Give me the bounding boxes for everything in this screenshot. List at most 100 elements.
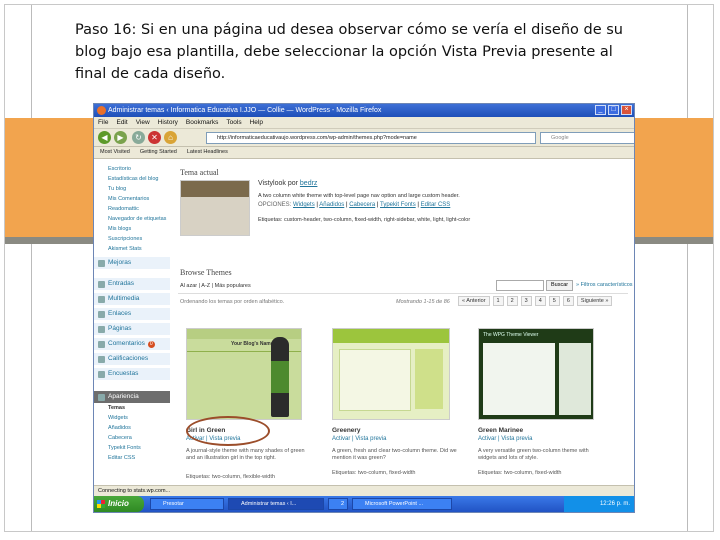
- taskbar-item-powerpoint[interactable]: Microsoft PowerPoint ...: [352, 498, 452, 510]
- menu-history[interactable]: History: [158, 117, 178, 128]
- sidebar-item-suscripciones[interactable]: Suscripciones: [94, 234, 170, 244]
- menu-file[interactable]: File: [98, 117, 108, 128]
- pager-page-4[interactable]: 4: [534, 296, 546, 306]
- sidebar-item-comentarios[interactable]: Comentarios 0: [94, 338, 170, 350]
- sidebar-item-temas[interactable]: Temas: [94, 403, 170, 413]
- comments-badge: 0: [147, 340, 155, 348]
- page-content: Escritorio Estadísticas del blog Tu blog…: [94, 160, 634, 485]
- poll-icon: [98, 370, 105, 378]
- sidebar-item-akismet[interactable]: Akismet Stats: [94, 244, 170, 254]
- sidebar-item-escritorio[interactable]: Escritorio: [94, 164, 170, 174]
- pager-page-3[interactable]: 3: [520, 296, 532, 306]
- close-icon[interactable]: ×: [621, 105, 632, 115]
- sidebar-item-mis-comentarios[interactable]: Mis Comentarios: [94, 194, 170, 204]
- start-label: Inicio: [108, 499, 129, 508]
- menu-help[interactable]: Help: [250, 117, 263, 128]
- url-input[interactable]: http://informaticaeducativaujo.wordpress…: [206, 132, 536, 144]
- navigation-toolbar: ◀ ▶ ↻ ✕ ⌂ http://informaticaeducativaujo…: [94, 129, 634, 147]
- menu-tools[interactable]: Tools: [226, 117, 241, 128]
- menu-bookmarks[interactable]: Bookmarks: [186, 117, 219, 128]
- current-theme-options: OPCIONES: Widgets | Añadidos | Cabecera …: [258, 202, 451, 208]
- sidebar-item-readomattic[interactable]: Readomattic: [94, 204, 170, 214]
- option-cabecera-link[interactable]: Cabecera: [349, 202, 375, 208]
- sidebar-item-label: Entradas: [108, 280, 135, 287]
- theme-name-green-marinee: Green Marinee: [478, 427, 524, 434]
- pager-page-5[interactable]: 5: [548, 296, 560, 306]
- reload-icon[interactable]: ↻: [132, 131, 145, 144]
- theme-search-input[interactable]: [496, 280, 544, 291]
- current-theme-author-link[interactable]: bedrz: [300, 180, 318, 187]
- back-icon[interactable]: ◀: [98, 131, 111, 144]
- stop-icon[interactable]: ✕: [148, 131, 161, 144]
- option-editar-css-link[interactable]: Editar CSS: [421, 202, 451, 208]
- maximize-icon[interactable]: □: [608, 105, 619, 115]
- pager-previous[interactable]: « Anterior: [458, 296, 490, 306]
- current-theme-heading: Tema actual: [180, 168, 219, 177]
- forward-icon[interactable]: ▶: [114, 131, 127, 144]
- sidebar-item-anadidos[interactable]: Añadidos: [94, 423, 170, 433]
- theme-name-greenery: Greenery: [332, 427, 361, 434]
- system-tray: 12:26 p. m.: [564, 496, 634, 512]
- current-theme-name: Vistylook por: [258, 180, 298, 187]
- annotation-circle: [186, 416, 270, 446]
- menu-view[interactable]: View: [136, 117, 150, 128]
- sidebar-item-estadisticas[interactable]: Estadísticas del blog: [94, 174, 170, 184]
- taskbar-item-firefox[interactable]: Administrar temas ‹ I...: [228, 498, 324, 510]
- sidebar-item-label: Páginas: [108, 325, 132, 332]
- sidebar-item-paginas[interactable]: Páginas: [94, 323, 170, 335]
- start-button[interactable]: Inicio: [94, 496, 144, 512]
- browse-themes-heading: Browse Themes: [180, 268, 232, 277]
- pager-page-6[interactable]: 6: [562, 296, 574, 306]
- taskbar-item-group[interactable]: 2: [328, 498, 348, 510]
- theme-actions-green-marinee[interactable]: Activar | Vista previa: [478, 436, 532, 442]
- sidebar-item-navegador-etiquetas[interactable]: Navegador de etiquetas: [94, 214, 170, 224]
- option-typekit-link[interactable]: Typekit Fonts: [380, 202, 416, 208]
- firefox-icon: [97, 106, 106, 115]
- pager-page-1[interactable]: 1: [492, 296, 504, 306]
- bookmark-getting-started[interactable]: Getting Started: [140, 147, 177, 158]
- taskbar-item-presotar[interactable]: Presotar: [150, 498, 224, 510]
- thumbnail-header: [333, 329, 449, 343]
- bookmark-latest-headlines[interactable]: Latest Headlines: [187, 147, 228, 158]
- sidebar-item-label: Enlaces: [108, 310, 132, 317]
- thumbnail-content: [339, 349, 411, 411]
- sidebar-item-editar-css[interactable]: Editar CSS: [94, 453, 170, 463]
- minimize-icon[interactable]: _: [595, 105, 606, 115]
- comment-icon: [98, 340, 105, 348]
- page-icon: [98, 325, 105, 333]
- bookmark-most-visited[interactable]: Most Visited: [100, 147, 130, 158]
- theme-thumbnail-greenery[interactable]: [332, 328, 450, 420]
- sidebar-item-mejoras[interactable]: Mejoras: [94, 257, 170, 269]
- theme-thumbnail-green-marinee[interactable]: The WPG Theme Viewer: [478, 328, 594, 420]
- sidebar-item-enlaces[interactable]: Enlaces: [94, 308, 170, 320]
- slide-guide-left: [31, 5, 32, 531]
- sidebar-item-entradas[interactable]: Entradas: [94, 278, 170, 290]
- theme-thumbnail-girl-in-green[interactable]: Your Blog's Name: [186, 328, 302, 420]
- feature-filters-link[interactable]: » Filtros característicos: [576, 281, 633, 289]
- sort-note: Ordenando los temas por orden alfabético…: [180, 299, 285, 305]
- sidebar-item-widgets[interactable]: Widgets: [94, 413, 170, 423]
- theme-actions-greenery[interactable]: Activar | Vista previa: [332, 436, 386, 442]
- search-input[interactable]: Google: [540, 132, 634, 144]
- home-icon[interactable]: ⌂: [164, 131, 177, 144]
- pager-page-2[interactable]: 2: [506, 296, 518, 306]
- sidebar-item-apariencia[interactable]: Apariencia: [94, 391, 170, 403]
- menu-edit[interactable]: Edit: [116, 117, 127, 128]
- sidebar-item-encuestas[interactable]: Encuestas: [94, 368, 170, 380]
- window-titlebar: Administrar temas ‹ Informatica Educativ…: [94, 104, 634, 117]
- sidebar-item-tu-blog[interactable]: Tu blog: [94, 184, 170, 194]
- sidebar-item-calificaciones[interactable]: Calificaciones: [94, 353, 170, 365]
- sidebar-item-mis-blogs[interactable]: Mis blogs: [94, 224, 170, 234]
- current-theme-tags: Etiquetas: custom-header, two-column, fi…: [258, 217, 471, 223]
- theme-search-button[interactable]: Buscar: [546, 280, 574, 291]
- pager-next[interactable]: Siguiente »: [576, 296, 613, 306]
- sidebar-item-typekit[interactable]: Typekit Fonts: [94, 443, 170, 453]
- sidebar-item-label: Mejoras: [108, 259, 132, 266]
- sidebar-item-multimedia[interactable]: Multimedia: [94, 293, 170, 305]
- option-widgets-link[interactable]: Widgets: [293, 202, 315, 208]
- sidebar-item-cabecera[interactable]: Cabecera: [94, 433, 170, 443]
- browse-tabs[interactable]: Al azar | A-Z | Más populares: [180, 282, 251, 290]
- thumbnail-title: The WPG Theme Viewer: [483, 332, 539, 338]
- option-anadidos-link[interactable]: Añadidos: [319, 202, 344, 208]
- bookmarks-toolbar: Most Visited Getting Started Latest Head…: [94, 147, 634, 159]
